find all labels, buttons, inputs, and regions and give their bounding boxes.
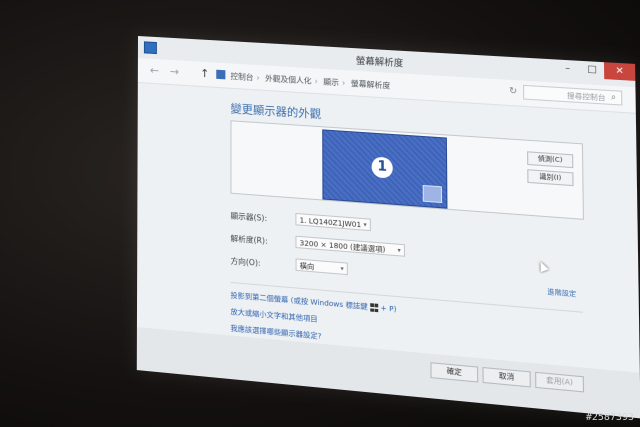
orientation-value: 橫向 <box>299 261 315 272</box>
monitor-tile-icon <box>422 184 443 204</box>
window-controls: – □ ✕ <box>555 59 636 83</box>
monitor-number: 1 <box>371 156 393 179</box>
back-arrow-icon[interactable]: ← <box>150 64 159 78</box>
chevron-down-icon: ▾ <box>340 265 344 273</box>
watermark: #2587393 <box>585 412 634 423</box>
chevron-down-icon: ▾ <box>397 246 401 255</box>
breadcrumb-item[interactable]: 顯示 <box>323 77 339 87</box>
display-label: 顯示器(S): <box>230 211 268 224</box>
identify-button[interactable]: 識別(I) <box>527 169 574 187</box>
close-button[interactable]: ✕ <box>603 62 636 81</box>
resolution-select[interactable]: 3200 × 1800 (建議選項) ▾ <box>295 235 406 257</box>
display-value: 1. LQ140Z1JW01 <box>299 216 362 230</box>
windows-logo-icon <box>369 303 379 313</box>
refresh-icon[interactable]: ↻ <box>509 86 517 97</box>
display-select[interactable]: 1. LQ140Z1JW01 ▾ <box>295 212 371 232</box>
breadcrumb-item[interactable]: 控制台 <box>230 72 253 83</box>
chevron-right-icon: › <box>314 76 318 86</box>
search-icon[interactable]: ⌕ <box>611 92 616 103</box>
chevron-down-icon: ▾ <box>363 221 367 229</box>
breadcrumb-item[interactable]: 螢幕解析度 <box>351 79 390 91</box>
orientation-label: 方向(O): <box>230 256 261 268</box>
monitor-1[interactable]: 1 <box>322 129 448 209</box>
search-input[interactable]: 搜尋控制台 <box>523 84 623 106</box>
breadcrumb-item[interactable]: 外觀及個人化 <box>265 74 311 86</box>
breadcrumb: 控制台 › 外觀及個人化 › 顯示 › 螢幕解析度 <box>230 71 390 92</box>
maximize-button[interactable]: □ <box>580 61 605 79</box>
monitor-arrangement: 1 偵測(C) 識別(I) <box>230 120 584 220</box>
resolution-value: 3200 × 1800 (建議選項) <box>299 239 386 255</box>
chevron-right-icon: › <box>342 78 346 88</box>
advanced-settings-link[interactable]: 進階設定 <box>547 285 576 298</box>
forward-arrow-icon[interactable]: → <box>170 65 179 79</box>
chevron-right-icon: › <box>256 73 260 83</box>
minimize-button[interactable]: – <box>555 59 579 77</box>
text-size-link[interactable]: 放大或縮小文字和其他項目 <box>230 307 317 325</box>
project-link-suffix: + P) <box>380 304 397 314</box>
control-panel-icon <box>216 69 226 80</box>
orientation-select[interactable]: 橫向 ▾ <box>295 258 348 276</box>
page-title: 變更顯示器的外觀 <box>230 101 322 122</box>
detect-button[interactable]: 偵測(C) <box>527 151 574 169</box>
resolution-label: 解析度(R): <box>230 233 268 246</box>
footer-bar <box>136 327 640 419</box>
screen-resolution-window: 螢幕解析度 – □ ✕ ← → ↑ 控制台 › 外觀及個人化 › 顯示 › 螢幕解析度… <box>136 36 640 419</box>
up-arrow-icon[interactable]: ↑ <box>200 67 209 81</box>
mouse-cursor-icon <box>536 260 549 273</box>
